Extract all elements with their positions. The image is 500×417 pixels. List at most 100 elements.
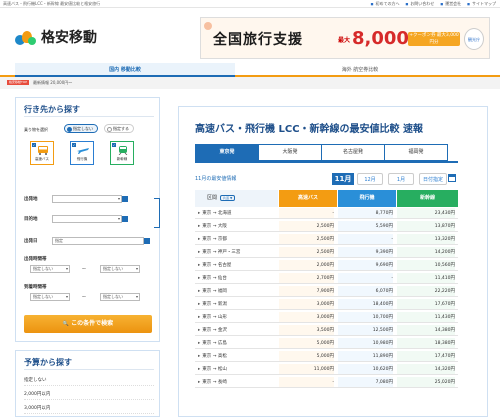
swap-route-icon[interactable] xyxy=(154,198,160,228)
mode-bus-toggle[interactable]: ✓ 高速バス xyxy=(30,141,54,165)
route-cell: 東京 → 仙台 xyxy=(198,273,278,284)
route-cell: 東京 → 新潟 xyxy=(198,299,278,310)
utility-link-company[interactable]: 運営会社 xyxy=(440,1,461,7)
check-icon: ✓ xyxy=(112,143,116,147)
budget-option[interactable]: 2,000円以内 xyxy=(24,389,154,400)
departure-city-tabs: 東京発 大阪発 名古屋発 福岡発 xyxy=(195,144,448,161)
bus-price-cell: 3,000円 xyxy=(279,299,334,309)
site-header: 格安移動 全国旅行支援 最大 8,000 円割 +クーポン券 最大3,000円分… xyxy=(0,8,500,63)
tab-domestic[interactable]: 国内 移動比較 xyxy=(15,63,235,77)
month-dec[interactable]: 12月 xyxy=(357,173,383,185)
tab-fukuoka[interactable]: 福岡発 xyxy=(384,144,448,161)
banner-coupon: +クーポン券 最大3,000円分 xyxy=(408,32,460,46)
route-cell: 東京 → 名古屋 xyxy=(198,260,278,271)
table-row[interactable]: 東京 → 福岡7,900円 6,070円 22,220円 xyxy=(195,286,458,297)
plane-icon xyxy=(77,148,89,154)
mode-plane-label: 飛行機 xyxy=(76,157,88,161)
price-comparison-panel: 高速バス・飛行機 LCC・新幹線の最安値比較 速報 東京発 大阪発 名古屋発 福… xyxy=(178,106,488,417)
one-way-toggle[interactable]: 片道 ▼ xyxy=(220,195,236,201)
table-row[interactable]: 東京 → 大阪2,500円 5,590円 13,870円 xyxy=(195,221,458,232)
route-cell: 東京 → 京都 xyxy=(198,234,278,245)
train-price-cell: 14,200円 xyxy=(397,247,455,257)
month-selector: 11月の最安値情報 11月 12月 1月 日付指定 xyxy=(195,170,458,186)
arr-time-to-select[interactable]: 指定しない xyxy=(100,293,140,301)
table-row[interactable]: 東京 → 広島5,000円 10,980円 18,380円 xyxy=(195,338,458,349)
tab-osaka[interactable]: 大阪発 xyxy=(258,144,322,161)
banner-title: 全国旅行支援 xyxy=(213,32,303,48)
bus-price-cell: 3,000円 xyxy=(279,312,334,322)
train-price-cell: 22,220円 xyxy=(397,286,455,296)
to-select[interactable] xyxy=(52,215,122,223)
trip-type-label: 乗り物を選択 xyxy=(24,127,48,132)
date-specify-button[interactable]: 日付指定 xyxy=(419,173,447,185)
month-nov[interactable]: 11月 xyxy=(332,173,354,185)
from-label: 出発地 xyxy=(24,197,38,202)
table-row[interactable]: 東京 → 北海道-8,770円 23,430円 xyxy=(195,208,458,219)
budget-search-title: 予算から探す xyxy=(24,358,154,370)
utility-link-beginners[interactable]: 初めての方へ xyxy=(371,1,399,7)
arr-time-from-select[interactable]: 指定しない xyxy=(30,293,70,301)
train-price-cell: 17,470円 xyxy=(397,351,455,361)
from-select[interactable] xyxy=(52,195,122,203)
budget-option[interactable]: 指定しない xyxy=(24,375,154,386)
banner-max-label: 最大 xyxy=(338,37,351,44)
month-jan[interactable]: 1月 xyxy=(388,173,414,185)
radio-not-specified[interactable]: 指定しない xyxy=(64,124,98,133)
bus-price-cell: - xyxy=(279,208,334,218)
tab-tokyo[interactable]: 東京発 xyxy=(195,144,259,161)
table-row[interactable]: 東京 → 金沢3,500円 12,500円 14,380円 xyxy=(195,325,458,336)
plane-price-cell: 10,620円 xyxy=(338,364,393,374)
to-picker-button[interactable] xyxy=(122,216,128,222)
col-route-label: 区間 xyxy=(207,195,218,201)
utility-link-sitemap[interactable]: サイトマップ xyxy=(467,1,496,7)
dep-time-to-select[interactable]: 指定しない xyxy=(100,265,140,273)
date-input[interactable]: 指定 xyxy=(52,237,144,245)
promo-banner[interactable]: 全国旅行支援 最大 8,000 円割 +クーポン券 最大3,000円分 観光庁 xyxy=(200,17,490,59)
table-row[interactable]: 東京 → 長崎-7,080円 25,020円 xyxy=(195,377,458,388)
site-logo[interactable]: 格安移動 xyxy=(15,27,97,47)
train-price-cell: 25,020円 xyxy=(397,377,455,387)
budget-option[interactable]: 3,000円以内 xyxy=(24,403,154,414)
breadcrumb-home[interactable]: 格安移動TOP xyxy=(7,80,30,85)
from-picker-button[interactable] xyxy=(122,196,128,202)
plane-price-cell: - xyxy=(338,234,393,244)
plane-price-cell: 5,590円 xyxy=(338,221,393,231)
calendar-icon[interactable] xyxy=(448,174,456,182)
calendar-picker-icon[interactable] xyxy=(144,238,150,244)
search-button[interactable]: この条件で検索 xyxy=(24,315,152,333)
plane-price-cell: 7,080円 xyxy=(338,377,393,387)
arr-time-tilde: 〜 xyxy=(82,294,86,299)
table-row[interactable]: 東京 → 新潟3,000円 18,400円 17,670円 xyxy=(195,299,458,310)
bus-price-cell: 2,700円 xyxy=(279,273,334,283)
table-row[interactable]: 東京 → 高松5,000円 11,890円 17,470円 xyxy=(195,351,458,362)
breadcrumb: 格安移動TOP 最新情報 20,000円〜 xyxy=(0,77,500,89)
col-bus: 高速バス xyxy=(279,190,337,207)
mode-plane-toggle[interactable]: ✓ 飛行機 xyxy=(70,141,94,165)
banner-badge: 観光庁 xyxy=(464,28,484,50)
to-label: 目的地 xyxy=(24,217,38,222)
plane-price-cell: - xyxy=(338,273,393,283)
utility-links: 初めての方へ お問い合わせ 運営会社 サイトマップ xyxy=(371,1,496,7)
table-row[interactable]: 東京 → 仙台2,700円-11,410円 xyxy=(195,273,458,284)
train-price-cell: 11,430円 xyxy=(397,312,455,322)
main-nav: 国内 移動比較 海外 航空券比較 xyxy=(0,63,500,77)
train-icon xyxy=(118,146,128,155)
utility-link-contact[interactable]: お問い合わせ xyxy=(405,1,434,7)
mode-shinkansen-toggle[interactable]: ✓ 新幹線 xyxy=(110,141,134,165)
table-row[interactable]: 東京 → 山形3,000円 10,700円 11,430円 xyxy=(195,312,458,323)
bus-price-cell: 5,000円 xyxy=(279,338,334,348)
bus-icon xyxy=(38,146,48,155)
table-row[interactable]: 東京 → 名古屋2,000円 9,690円 10,560円 xyxy=(195,260,458,271)
route-cell: 東京 → 高松 xyxy=(198,351,278,362)
radio-specify[interactable]: 指定する xyxy=(104,124,134,133)
tab-overseas[interactable]: 海外 航空券比較 xyxy=(250,63,470,77)
bus-price-cell: 2,500円 xyxy=(279,234,334,244)
banner-amount: 8,000 xyxy=(352,28,409,49)
table-row[interactable]: 東京 → 京都2,500円-13,320円 xyxy=(195,234,458,245)
col-route: 区間 片道 ▼ xyxy=(195,190,278,207)
bus-price-cell: - xyxy=(279,377,334,387)
tab-nagoya[interactable]: 名古屋発 xyxy=(321,144,385,161)
table-row[interactable]: 東京 → 松山11,000円 10,620円 14,320円 xyxy=(195,364,458,375)
table-row[interactable]: 東京 → 神戸・三宮2,500円 9,390円 14,200円 xyxy=(195,247,458,258)
dep-time-from-select[interactable]: 指定しない xyxy=(30,265,70,273)
